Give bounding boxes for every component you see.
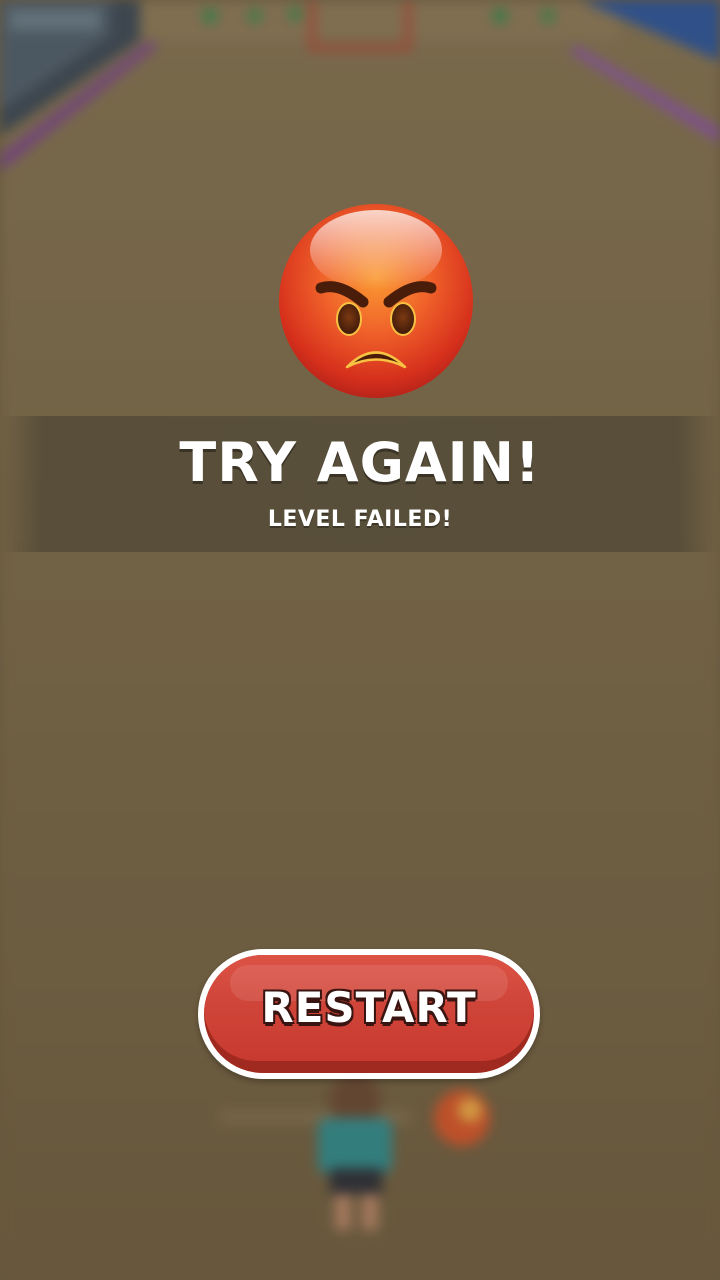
angry-face-icon	[277, 202, 475, 400]
try-again-title: TRY AGAIN!	[179, 431, 541, 494]
scene-dim-overlay	[0, 0, 720, 1280]
game-scene-background	[0, 0, 720, 1280]
level-failed-subtitle: LEVEL FAILED!	[267, 507, 453, 532]
restart-button[interactable]: RESTART	[198, 949, 540, 1079]
restart-button-label: RESTART	[261, 983, 477, 1032]
